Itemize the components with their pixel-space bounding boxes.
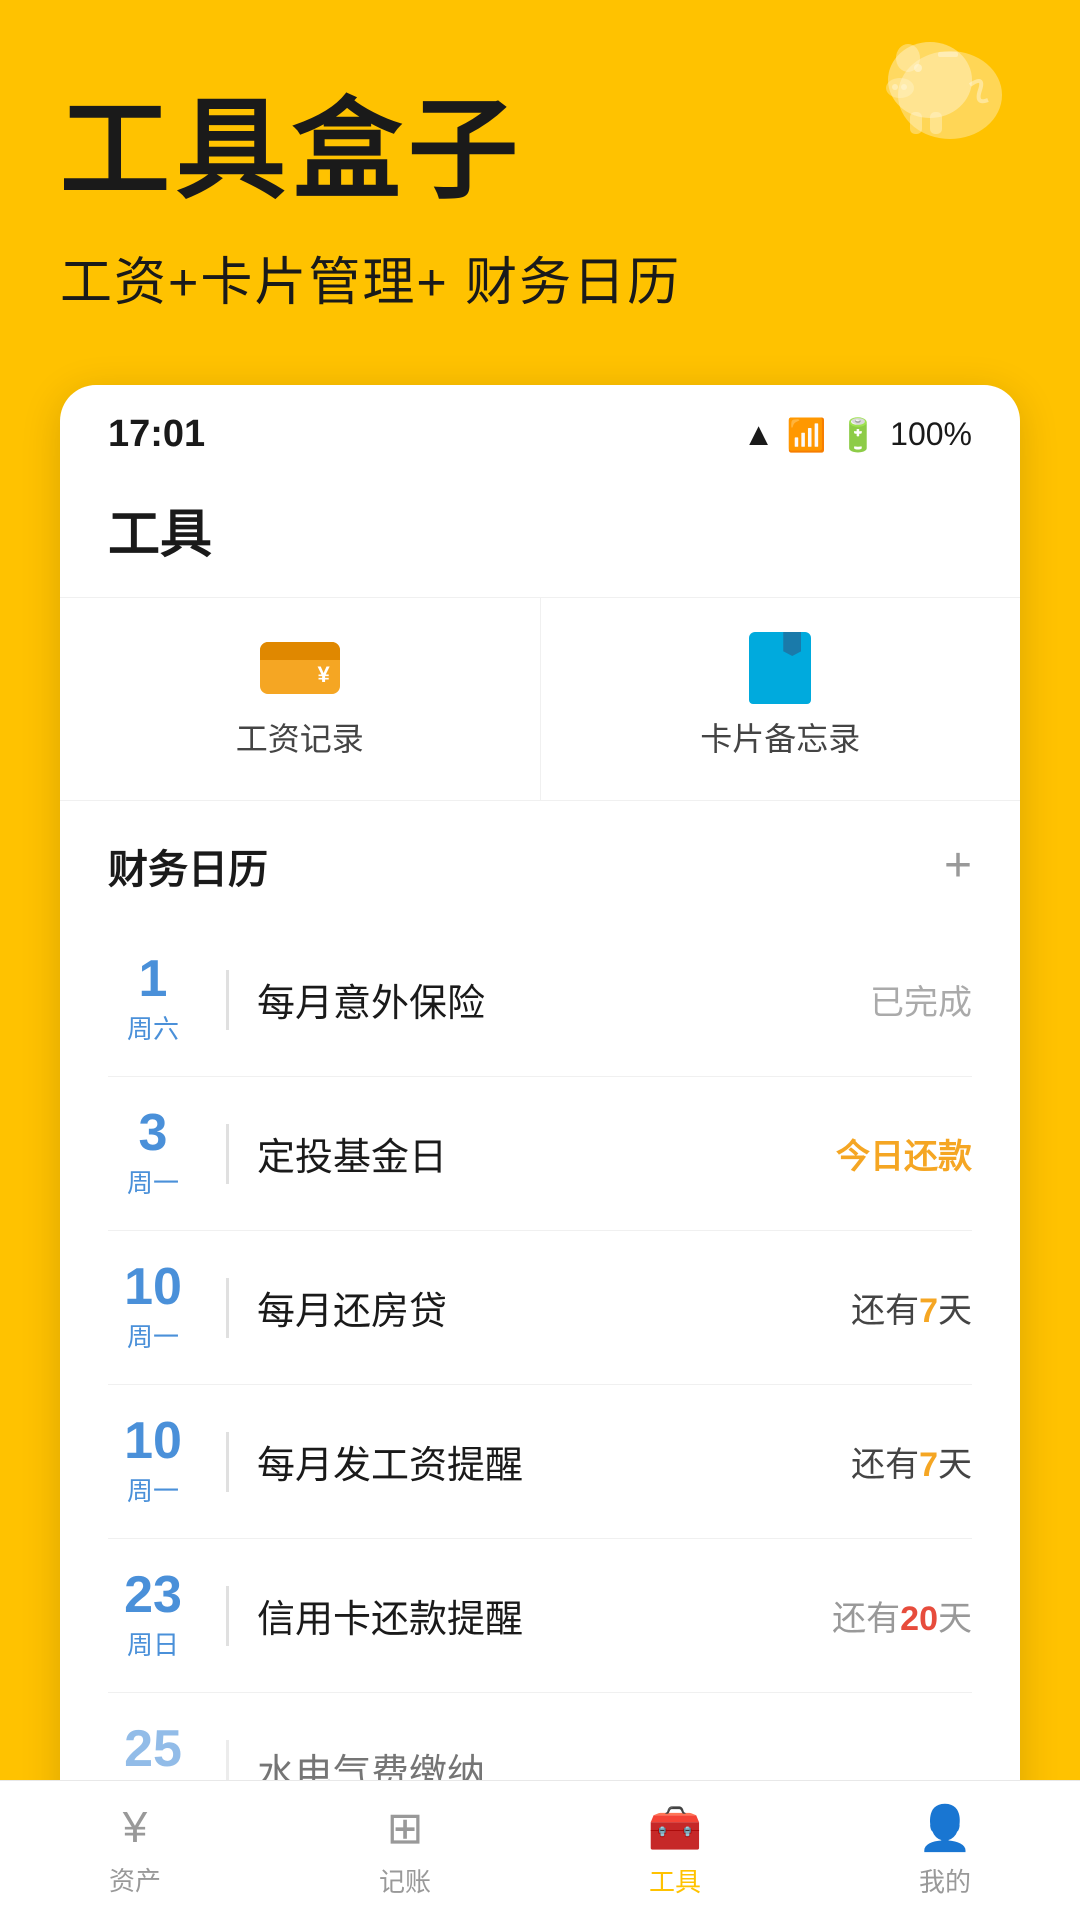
bottom-navigation: ¥ 资产 ⊞ 记账 🧰 工具 👤 我的	[0, 1780, 1080, 1920]
item-name: 定投基金日	[257, 1126, 836, 1181]
tools-icon: 🧰	[648, 1802, 703, 1854]
days-highlight: 7	[919, 1292, 938, 1330]
date-day: 周日	[108, 1625, 198, 1662]
tab-salary[interactable]: ¥ 工资记录	[60, 598, 541, 800]
date-block: 10 周一	[108, 1261, 198, 1354]
date-day: 周六	[108, 1009, 198, 1046]
date-number: 1	[108, 953, 198, 1005]
list-item[interactable]: 23 周日 信用卡还款提醒 还有20天	[108, 1539, 972, 1693]
date-block: 1 周六	[108, 953, 198, 1046]
item-status: 今日还款	[836, 1129, 972, 1178]
phone-card: 17:01 ▲ 📶 🔋 100% 工具 ¥ 工资记录	[60, 385, 1020, 1876]
tool-tabs: ¥ 工资记录 卡片备忘录	[60, 597, 1020, 801]
calendar-list: 1 周六 每月意外保险 已完成 3 周一 定投基金日 今日还款	[108, 923, 972, 1846]
battery-icon: 🔋	[838, 416, 878, 454]
date-number: 10	[108, 1415, 198, 1467]
nav-item-assets[interactable]: ¥ 资产	[0, 1803, 270, 1898]
days-highlight: 7	[919, 1446, 938, 1484]
item-status: 还有7天	[851, 1437, 972, 1486]
divider	[226, 1124, 229, 1184]
finance-calendar-title: 财务日历	[108, 837, 268, 895]
header-section: 工具盒子 工资+卡片管理+ 财务日历	[0, 0, 1080, 355]
date-number: 3	[108, 1107, 198, 1159]
status-bar: 17:01 ▲ 📶 🔋 100%	[60, 385, 1020, 472]
piggy-icon	[880, 30, 1020, 150]
list-item[interactable]: 1 周六 每月意外保险 已完成	[108, 923, 972, 1077]
date-day: 周一	[108, 1317, 198, 1354]
item-name: 每月发工资提醒	[257, 1434, 851, 1489]
finance-calendar-section: 财务日历 + 1 周六 每月意外保险 已完成 3 周一	[60, 801, 1020, 1846]
divider	[226, 970, 229, 1030]
nav-label-assets: 资产	[109, 1861, 161, 1898]
list-item[interactable]: 10 周一 每月发工资提醒 还有7天	[108, 1385, 972, 1539]
card-memo-tab-label: 卡片备忘录	[700, 714, 860, 760]
date-number: 23	[108, 1569, 198, 1621]
item-status: 还有7天	[851, 1283, 972, 1332]
nav-label-tools: 工具	[649, 1862, 701, 1899]
assets-icon: ¥	[123, 1803, 147, 1853]
signal-icon: 📶	[786, 416, 826, 454]
item-name: 信用卡还款提醒	[257, 1588, 832, 1643]
item-status: 已完成	[870, 975, 972, 1024]
nav-label-mine: 我的	[919, 1862, 971, 1899]
date-block: 23 周日	[108, 1569, 198, 1662]
date-day: 周一	[108, 1471, 198, 1508]
divider	[226, 1278, 229, 1338]
card-memo-tab-icon	[740, 638, 820, 698]
salary-tab-label: 工资记录	[236, 714, 364, 760]
item-name: 每月意外保险	[257, 972, 870, 1027]
list-item[interactable]: 10 周一 每月还房贷 还有7天	[108, 1231, 972, 1385]
item-status: 还有20天	[832, 1591, 972, 1640]
date-block: 3 周一	[108, 1107, 198, 1200]
wifi-icon: ▲	[743, 416, 775, 453]
nav-item-tools[interactable]: 🧰 工具	[540, 1802, 810, 1899]
finance-header: 财务日历 +	[108, 801, 972, 923]
date-number: 10	[108, 1261, 198, 1313]
app-title: 工具盒子	[60, 60, 1020, 220]
battery-text: 100%	[890, 416, 972, 453]
add-calendar-button[interactable]: +	[944, 842, 972, 890]
page-title: 工具	[60, 472, 1020, 597]
app-subtitle: 工资+卡片管理+ 财务日历	[60, 240, 1020, 315]
divider	[226, 1586, 229, 1646]
status-icons: ▲ 📶 🔋 100%	[743, 416, 972, 454]
date-block: 10 周一	[108, 1415, 198, 1508]
nav-item-bookkeeping[interactable]: ⊞ 记账	[270, 1803, 540, 1899]
nav-label-bookkeeping: 记账	[379, 1862, 431, 1899]
date-number: 25	[108, 1723, 198, 1775]
status-time: 17:01	[108, 413, 205, 456]
mine-icon: 👤	[918, 1802, 973, 1854]
item-name: 每月还房贷	[257, 1280, 851, 1335]
days-highlight: 20	[900, 1600, 938, 1638]
date-day: 周一	[108, 1163, 198, 1200]
salary-tab-icon: ¥	[260, 638, 340, 698]
bookkeeping-icon: ⊞	[387, 1803, 424, 1854]
list-item[interactable]: 3 周一 定投基金日 今日还款	[108, 1077, 972, 1231]
divider	[226, 1432, 229, 1492]
tab-card-memo[interactable]: 卡片备忘录	[541, 598, 1021, 800]
nav-item-mine[interactable]: 👤 我的	[810, 1802, 1080, 1899]
